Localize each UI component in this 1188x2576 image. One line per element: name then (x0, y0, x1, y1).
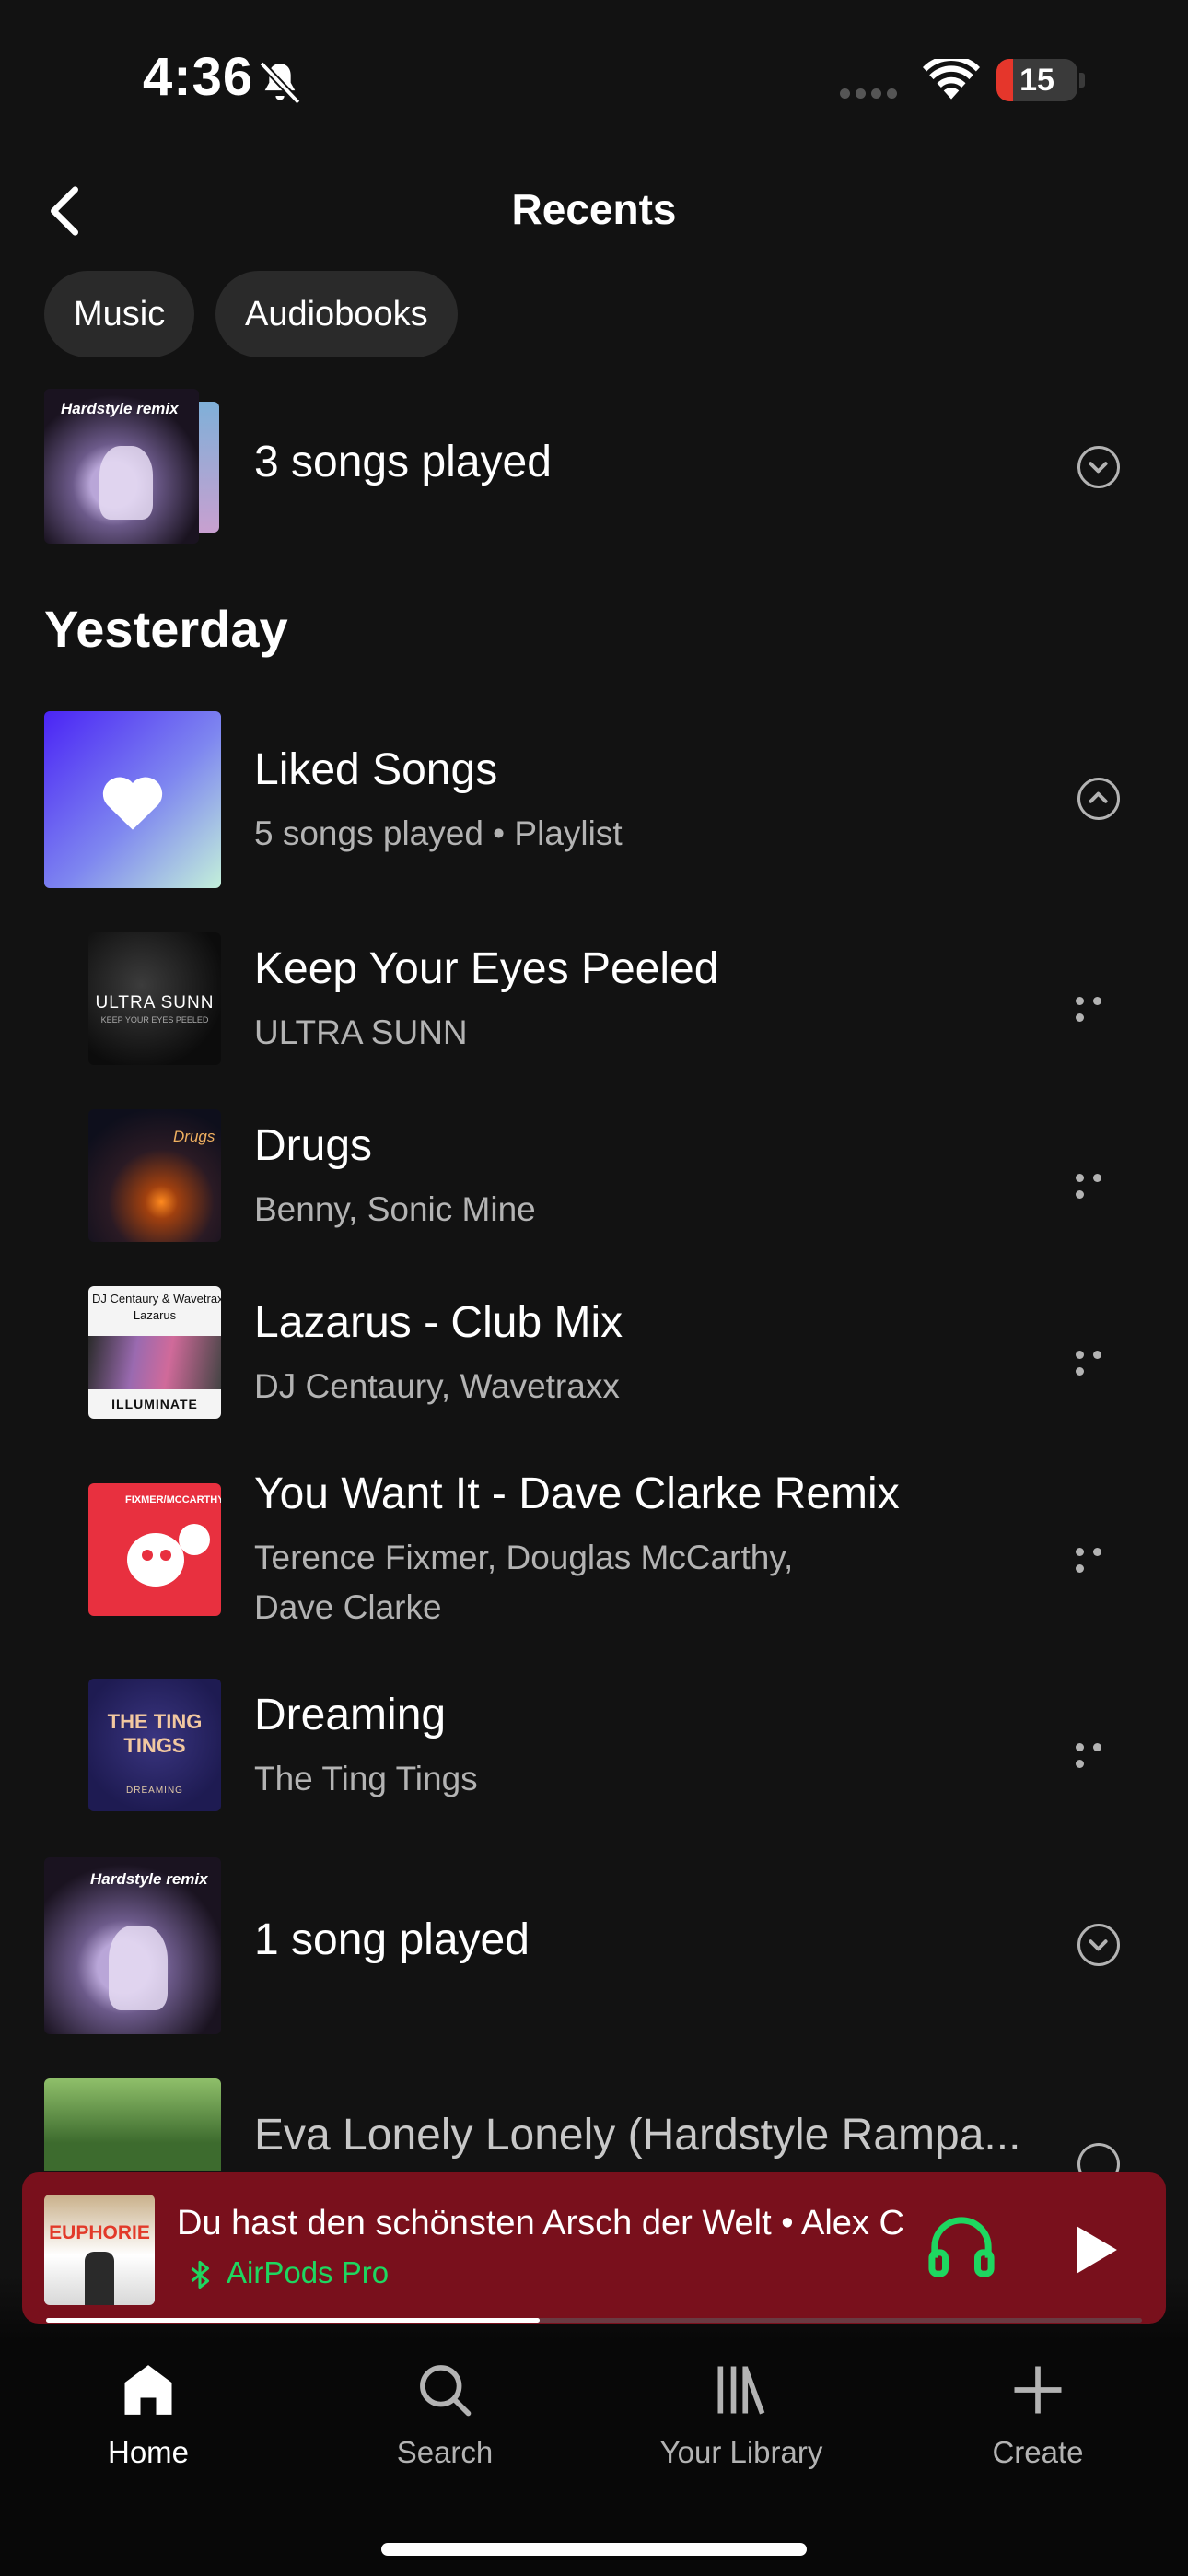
cover-text: EUPHORIE (49, 2222, 150, 2243)
group-cover-art[interactable]: Hardstyle remix (44, 1857, 221, 2034)
cover-text: FIXMER/MCCARTHY (125, 1494, 221, 1505)
now-playing-title[interactable]: Du hast den schönsten Arsch der Welt • A… (177, 2204, 904, 2243)
nav-label: Create (992, 2435, 1084, 2469)
track-title[interactable]: Drugs (254, 1120, 372, 1171)
nav-label: Your Library (659, 2435, 823, 2469)
search-icon (420, 2365, 472, 2417)
track-artist: The Ting Tings (254, 1760, 478, 1797)
more-options-icon[interactable] (1076, 1544, 1127, 1573)
track-artist: ULTRA SUNN (254, 1013, 468, 1051)
liked-songs-cover[interactable] (44, 711, 221, 888)
plus-icon (1014, 2366, 1062, 2414)
group-label[interactable]: 1 song played (254, 1914, 530, 1965)
track-cover[interactable]: DJ Centaury & Wavetraxx Lazarus ILLUMINA… (88, 1286, 221, 1419)
more-options-icon[interactable] (1076, 1347, 1127, 1376)
cover-text: Drugs (173, 1128, 215, 1145)
nav-create[interactable]: Create (890, 2359, 1186, 2470)
track-cover[interactable]: FIXMER/MCCARTHY (88, 1483, 221, 1616)
cover-subtext: KEEP YOUR EYES PEELED (100, 1015, 209, 1025)
cover-text: DJ Centaury & Wavetraxx (92, 1292, 221, 1306)
now-playing-cover[interactable]: EUPHORIE (44, 2195, 155, 2305)
cover-subtext: DREAMING (126, 1786, 183, 1796)
collapse-chevron-icon[interactable] (1077, 778, 1120, 820)
battery-level: 15 (1019, 63, 1054, 98)
track-artist: Terence Fixmer, Douglas McCarthy, (254, 1539, 794, 1576)
more-options-icon[interactable] (1076, 993, 1127, 1022)
filter-chip-audiobooks[interactable]: Audiobooks (215, 271, 458, 357)
cover-text: THE TING TINGS (107, 1710, 203, 1757)
cover-text: Hardstyle remix (90, 1870, 208, 1888)
track-title[interactable]: Dreaming (254, 1690, 446, 1740)
cover-text: Hardstyle remix (61, 400, 179, 417)
track-cover[interactable]: Drugs (88, 1109, 221, 1242)
expand-chevron-icon[interactable] (1077, 446, 1120, 488)
nav-home[interactable]: Home (0, 2359, 297, 2470)
liked-songs-subtitle: 5 songs played • Playlist (254, 814, 623, 852)
battery-indicator: 15 (996, 59, 1085, 101)
track-cover[interactable]: THE TING TINGS DREAMING (88, 1679, 221, 1811)
stacked-cover-art[interactable]: Hardstyle remix (44, 389, 223, 544)
cover-subtext: Lazarus (133, 1308, 177, 1322)
track-title[interactable]: Keep Your Eyes Peeled (254, 943, 718, 994)
track-cover[interactable] (44, 2078, 221, 2171)
wifi-icon (923, 59, 980, 100)
section-heading: Yesterday (44, 600, 288, 658)
page-title: Recents (511, 185, 677, 233)
bluetooth-icon (191, 2260, 210, 2289)
headphones-icon[interactable] (926, 2215, 996, 2279)
bell-muted-icon (259, 61, 301, 105)
output-device[interactable]: AirPods Pro (227, 2255, 389, 2290)
signal-icon (840, 87, 903, 103)
track-cover[interactable]: ULTRA SUNN KEEP YOUR EYES PEELED (88, 932, 221, 1065)
heart-icon (102, 777, 163, 830)
home-icon (124, 2365, 172, 2415)
group-label[interactable]: 3 songs played (254, 437, 552, 487)
more-options-icon[interactable] (1076, 1170, 1127, 1199)
track-artist-continued: Dave Clarke (254, 1588, 442, 1626)
filter-chip-music[interactable]: Music (44, 271, 195, 357)
cover-label: ILLUMINATE (111, 1397, 198, 1411)
track-title[interactable]: Lazarus - Club Mix (254, 1297, 623, 1348)
cover-text: ULTRA SUNN (95, 993, 215, 1013)
nav-label: Search (396, 2435, 494, 2469)
track-artist: DJ Centaury, Wavetraxx (254, 1367, 620, 1405)
track-artist: Benny, Sonic Mine (254, 1190, 536, 1228)
nav-library[interactable]: Your Library (593, 2359, 890, 2470)
expand-chevron-icon[interactable] (1077, 1924, 1120, 1966)
library-icon (717, 2366, 765, 2415)
nav-search[interactable]: Search (297, 2359, 593, 2470)
more-options-icon[interactable] (1076, 1739, 1127, 1768)
playback-progress-fill (46, 2318, 540, 2323)
nav-label: Home (107, 2435, 190, 2469)
play-icon[interactable] (1072, 2224, 1120, 2276)
home-indicator[interactable] (381, 2543, 807, 2556)
track-title[interactable]: Eva Lonely Lonely (Hardstyle Rampa... (254, 2110, 1020, 2160)
liked-songs-title[interactable]: Liked Songs (254, 744, 497, 795)
track-title[interactable]: You Want It - Dave Clarke Remix (254, 1469, 900, 1519)
status-time: 4:36 (143, 47, 254, 107)
